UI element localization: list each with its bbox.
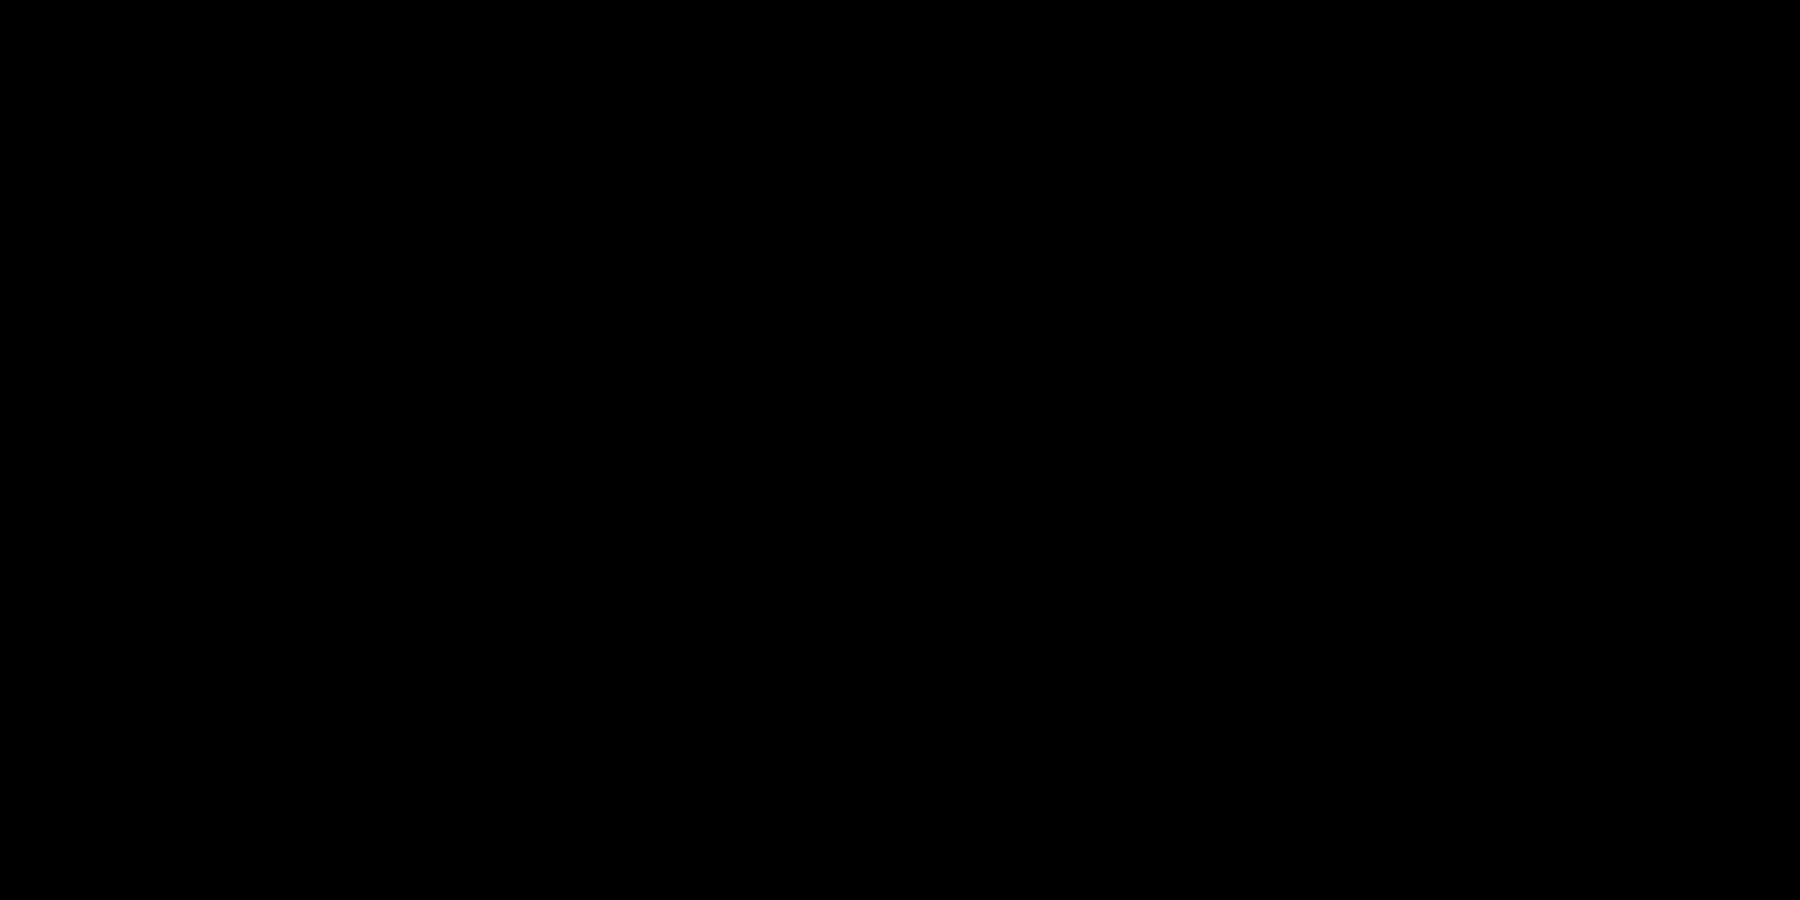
observation-info (275, 12, 306, 257)
plot-canvas (0, 0, 1800, 900)
meteor-radiant-report (0, 0, 1800, 900)
